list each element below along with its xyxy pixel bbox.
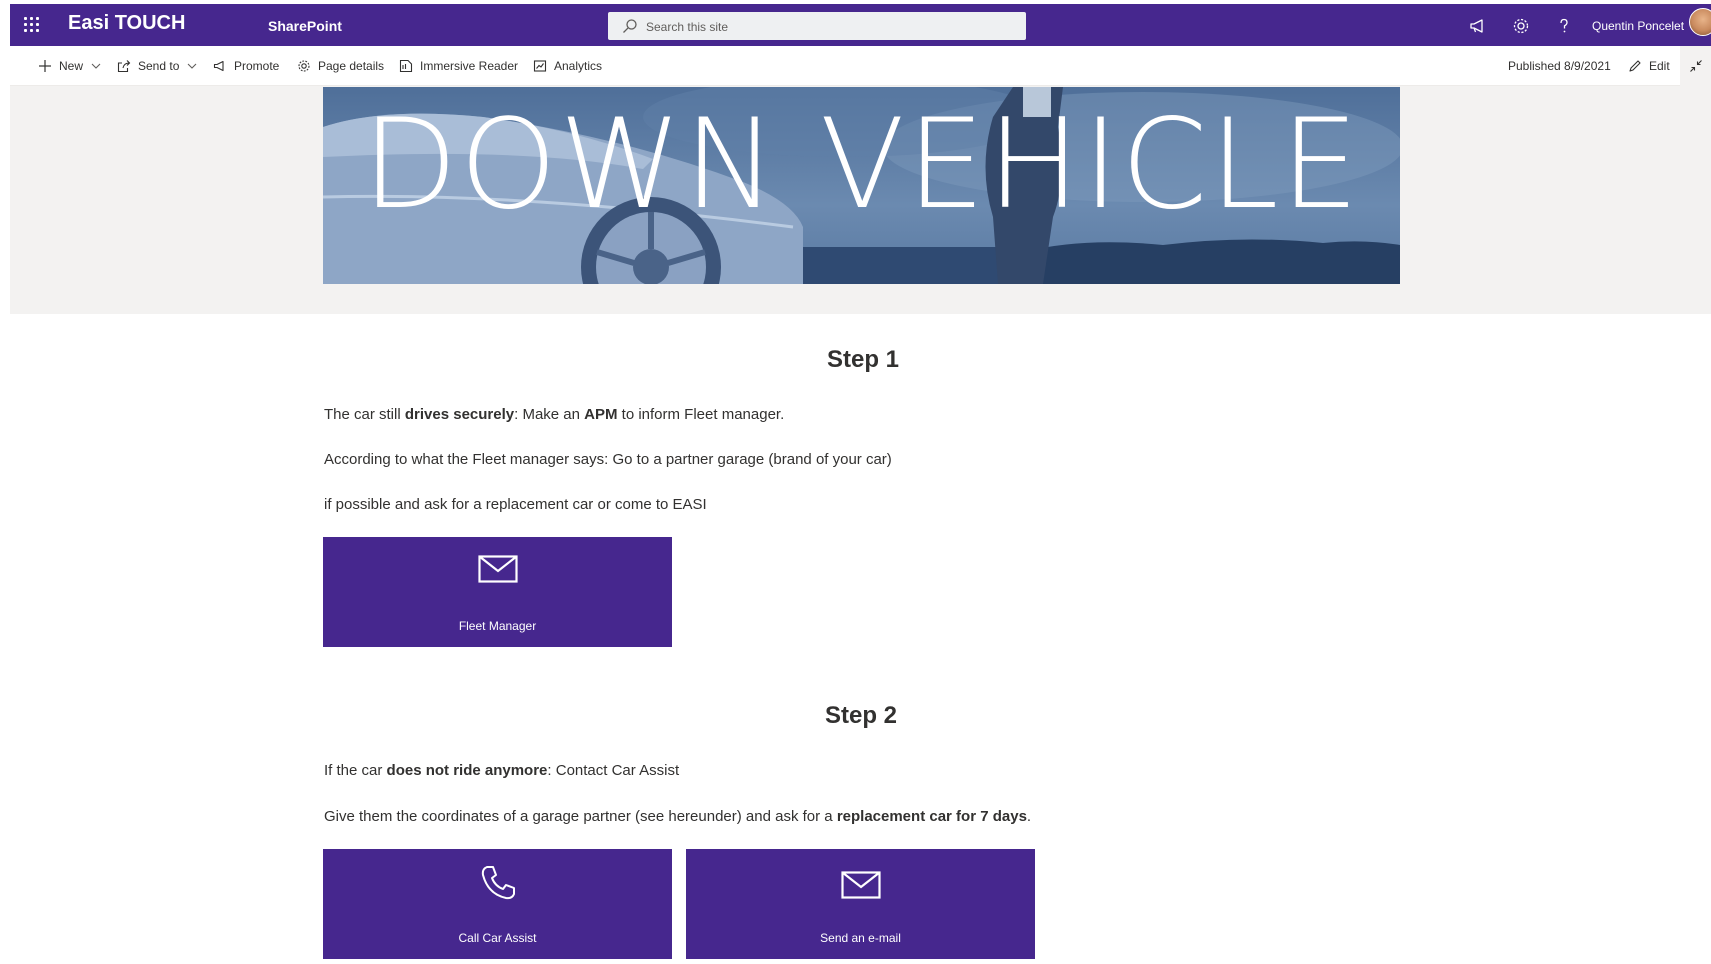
fleet-manager-tile[interactable]: Fleet Manager — [323, 537, 672, 647]
promote-button[interactable]: Promote — [213, 46, 279, 86]
gear-icon — [298, 60, 310, 72]
step2-heading: Step 2 — [824, 702, 898, 729]
page-details-button[interactable]: Page details — [297, 46, 384, 86]
promote-label: Promote — [234, 59, 280, 73]
search-icon — [623, 19, 637, 33]
new-button[interactable]: New — [38, 46, 101, 86]
avatar[interactable] — [1689, 8, 1711, 36]
chevron-down-icon — [91, 63, 101, 69]
send-email-label: Send an e-mail — [820, 931, 901, 945]
share-icon — [117, 60, 131, 73]
gear-icon[interactable] — [1511, 16, 1531, 36]
collapse-icon — [1689, 60, 1702, 72]
mail-icon — [840, 871, 881, 899]
step2-paragraph-2: Give them the coordinates of a garage pa… — [324, 808, 1032, 825]
step1-paragraph-2: According to what the Fleet manager says… — [324, 451, 892, 468]
search-input[interactable] — [644, 12, 1008, 42]
app-launcher-icon[interactable] — [22, 15, 42, 35]
site-title[interactable]: Easi TOUCH — [68, 12, 185, 35]
new-label: New — [59, 59, 84, 73]
analytics-label: Analytics — [554, 59, 603, 73]
pencil-icon — [1629, 60, 1641, 72]
hero-title: DOWN VEHICLE — [362, 93, 1361, 237]
published-status: Published 8/9/2021 — [1508, 59, 1611, 73]
analytics-button[interactable]: Analytics — [533, 46, 602, 86]
call-car-assist-tile[interactable]: Call Car Assist — [323, 849, 672, 959]
fleet-manager-label: Fleet Manager — [458, 619, 537, 633]
step1-paragraph-1: The car still drives securely: Make an A… — [324, 406, 785, 423]
hero-banner: DOWN VEHICLE — [323, 87, 1400, 284]
megaphone-icon — [213, 60, 224, 72]
send-email-tile[interactable]: Send an e-mail — [686, 849, 1035, 959]
call-car-assist-label: Call Car Assist — [458, 931, 537, 945]
analytics-icon — [533, 60, 547, 72]
step1-heading: Step 1 — [826, 346, 900, 373]
phone-icon — [481, 866, 515, 900]
step2-paragraph-1: If the car does not ride anymore: Contac… — [324, 762, 680, 779]
send-to-button[interactable]: Send to — [117, 46, 197, 86]
command-bar: New Send to Promote Page details Immersi… — [10, 46, 1711, 86]
page-details-label: Page details — [318, 59, 385, 73]
mail-icon — [477, 555, 518, 583]
chevron-down-icon — [187, 63, 197, 69]
immersive-reader-button[interactable]: Immersive Reader — [399, 46, 518, 86]
plus-icon — [39, 60, 51, 72]
search-box[interactable] — [608, 12, 1026, 42]
collapse-button[interactable] — [1680, 46, 1711, 86]
step1-paragraph-3: if possible and ask for a replacement ca… — [324, 496, 707, 513]
product-name[interactable]: SharePoint — [268, 18, 342, 34]
immersive-reader-label: Immersive Reader — [420, 59, 519, 73]
edit-label: Edit — [1649, 59, 1670, 73]
immersive-reader-icon — [399, 59, 413, 73]
send-to-label: Send to — [138, 59, 180, 73]
edit-button[interactable]: Edit — [1628, 46, 1670, 86]
suite-bar: Easi TOUCH SharePoint Quentin Poncelet — [10, 4, 1711, 46]
help-icon[interactable] — [1554, 16, 1574, 36]
user-name[interactable]: Quentin Poncelet — [1592, 19, 1684, 33]
megaphone-icon[interactable] — [1468, 16, 1488, 36]
